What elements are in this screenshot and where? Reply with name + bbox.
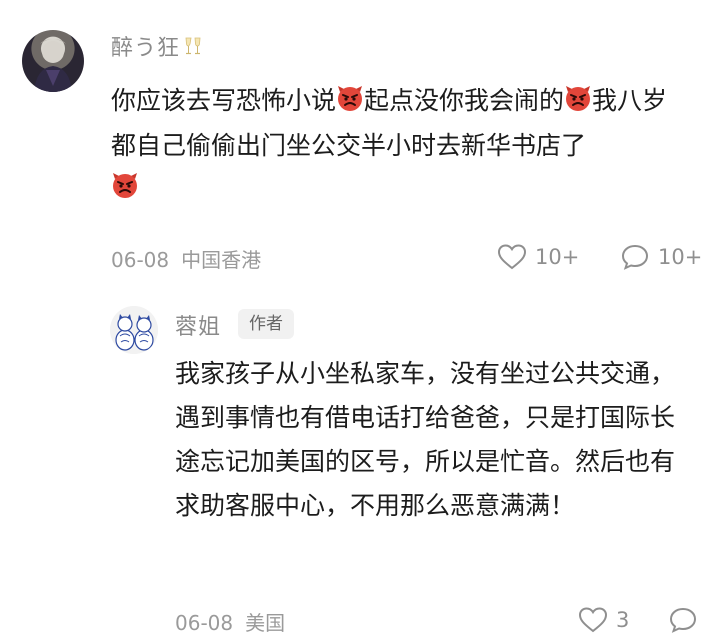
- like-count: 10+: [535, 245, 580, 269]
- reply-location: 美国: [245, 611, 286, 635]
- reply-reply-button[interactable]: [668, 606, 706, 634]
- author-badge: 作者: [238, 309, 294, 339]
- comment-bubble-icon: [621, 244, 649, 270]
- reply-text: 我家孩子从小坐私家车，没有坐过公共交通，遇到事情也有借电话打给爸爸，只是打国际长…: [175, 359, 676, 520]
- angry-devil-emoji-icon: [111, 170, 139, 212]
- commenter-name-text: 醉う狂: [111, 36, 181, 61]
- reply-date: 06-08: [175, 611, 234, 635]
- comment-date: 06-08: [111, 248, 170, 272]
- reply-like-button[interactable]: 3: [578, 606, 629, 634]
- angry-devil-emoji-icon: [336, 83, 364, 125]
- reply-author-name[interactable]: 蓉姐: [175, 309, 221, 341]
- comment-bubble-icon: [669, 607, 697, 633]
- like-button[interactable]: 10+: [497, 243, 579, 271]
- comment-text-part-2: 起点没你我会闹的: [364, 86, 565, 115]
- reply-button[interactable]: 10+: [620, 243, 702, 271]
- reply-meta: 06-08 美国: [175, 607, 285, 636]
- reply-count: 10+: [658, 245, 703, 269]
- commenter-avatar[interactable]: [22, 30, 84, 92]
- angry-devil-emoji-icon: [564, 83, 592, 125]
- comment-location: 中国香港: [181, 248, 262, 272]
- comment-text-part-1: 你应该去写恐怖小说: [111, 86, 337, 115]
- commenter-name[interactable]: 醉う狂: [111, 30, 204, 63]
- champagne-glasses-icon: [182, 35, 204, 63]
- comment-meta: 06-08 中国香港: [111, 244, 261, 273]
- reply-author-avatar[interactable]: [110, 306, 158, 354]
- heart-icon: [578, 607, 608, 633]
- reply-like-count: 3: [616, 608, 630, 632]
- comment-text: 你应该去写恐怖小说 起点没你我会闹的 我八岁都自己偷偷出门坐公交半小时去新华书店…: [111, 80, 686, 212]
- heart-icon: [497, 244, 527, 270]
